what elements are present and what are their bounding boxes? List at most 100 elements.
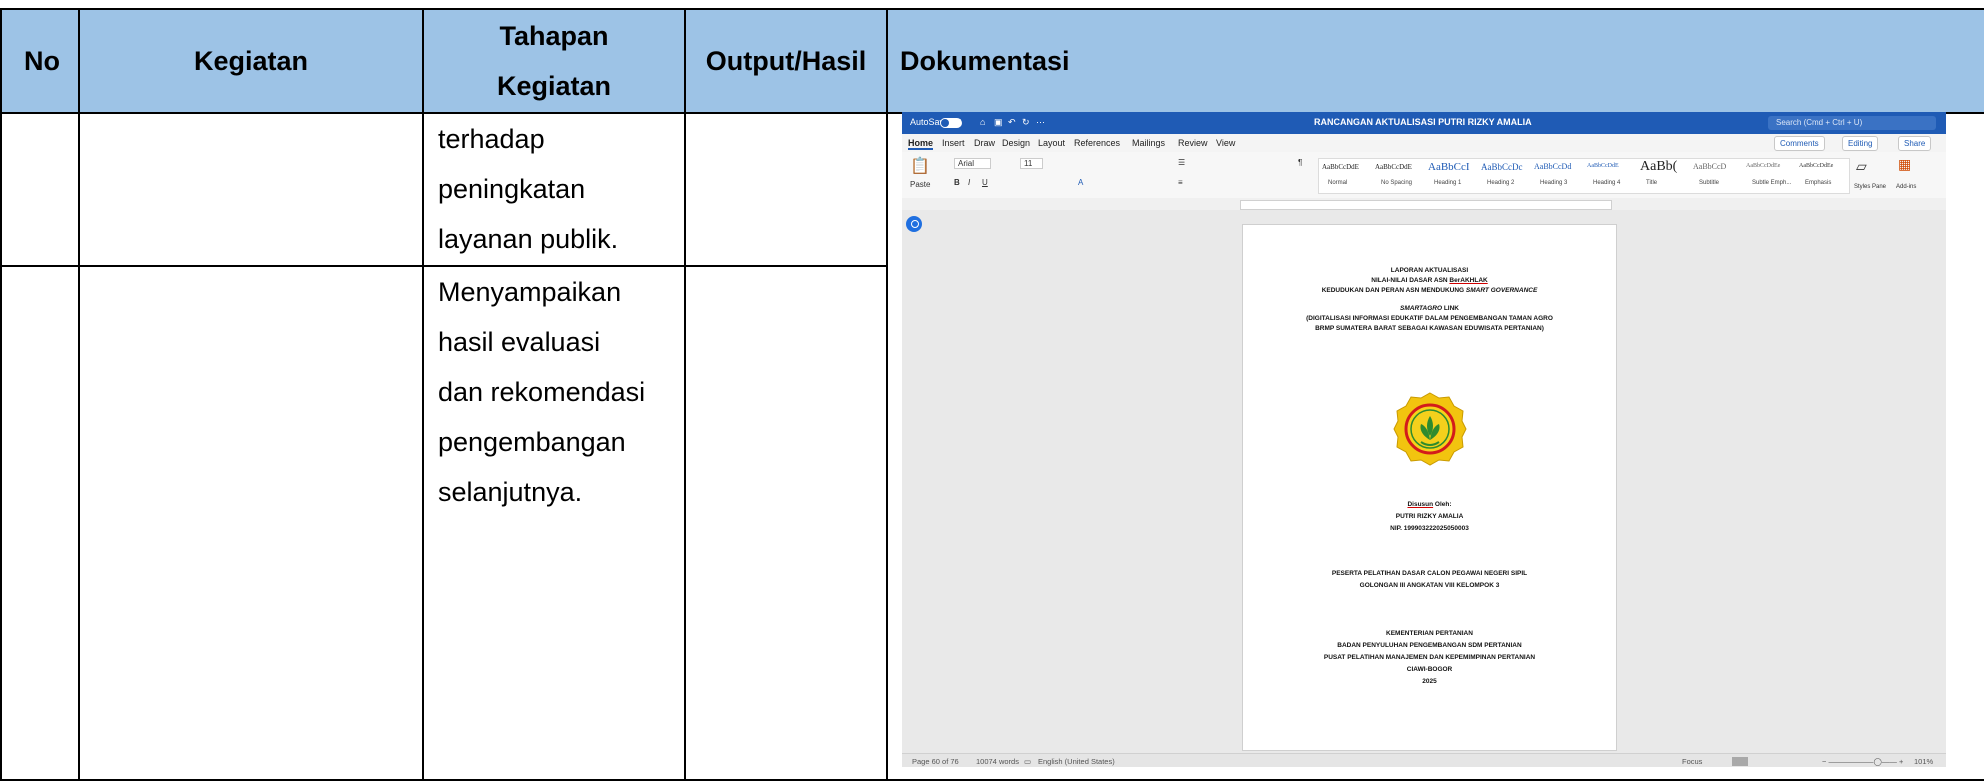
tab-insert[interactable]: Insert [942, 138, 965, 148]
tahapan-line: dan rekomendasi [438, 377, 646, 407]
header-tahapan-kegiatan: Tahapan Kegiatan [422, 8, 686, 114]
style-name[interactable]: Heading 4 [1593, 180, 1620, 186]
tab-layout[interactable]: Layout [1038, 138, 1065, 148]
header-tahapan-line2: Kegiatan [496, 71, 612, 101]
tab-home[interactable]: Home [908, 138, 934, 150]
page-line: (DIGITALISASI INFORMASI EDUKATIF DALAM P… [1306, 315, 1553, 322]
style-preview[interactable]: AaBbCcDdE [1322, 163, 1359, 171]
zoom-level: 101% [1914, 757, 1934, 766]
style-preview[interactable]: AaBbCcDc [1481, 162, 1523, 172]
font-size-select[interactable]: 11 [1020, 158, 1044, 169]
style-preview[interactable]: AaBbCcDdEe [1746, 163, 1780, 169]
style-preview[interactable]: AaBb( [1640, 159, 1677, 175]
tab-view[interactable]: View [1216, 138, 1235, 148]
font-color-icon[interactable]: A [1078, 178, 1083, 187]
page-line: PUTRI RIZKY AMALIA [1395, 513, 1464, 520]
page-line: SMARTAGRO LINK [1243, 305, 1616, 312]
accessibility-icon[interactable] [906, 216, 922, 232]
cell-tahapan: Menyampaikan hasil evaluasi dan rekomend… [422, 265, 686, 781]
tab-mailings[interactable]: Mailings [1132, 138, 1165, 148]
style-preview[interactable]: AaBbCcI [1428, 161, 1470, 173]
tab-references[interactable]: References [1074, 138, 1120, 148]
underline-icon[interactable]: U [982, 178, 988, 187]
page-line: Disusun Oleh: [1243, 501, 1616, 508]
page-line: KEDUDUKAN DAN PERAN ASN MENDUKUNG SMART … [1243, 287, 1616, 294]
tab-draw[interactable]: Draw [974, 138, 995, 148]
italic-icon[interactable]: I [968, 178, 970, 187]
editing-label: Editing [1848, 139, 1873, 148]
style-name[interactable]: Title [1646, 180, 1657, 186]
page-line: BRMP SUMATERA BARAT SEBAGAI KAWASAN EDUW… [1315, 325, 1544, 332]
comments-label: Comments [1780, 139, 1819, 148]
addins-label[interactable]: Add-ins [1896, 184, 1916, 190]
bold-icon[interactable]: B [954, 178, 960, 187]
page-line: 2025 [1422, 678, 1437, 685]
print-layout-icon[interactable]: ■ [1732, 757, 1748, 766]
page-count[interactable]: Page 60 of 76 [912, 757, 959, 766]
style-preview[interactable]: AaBbCcDdE [1587, 163, 1619, 169]
tab-design[interactable]: Design [1002, 138, 1030, 148]
style-preview[interactable]: AaBbCcDdE [1375, 163, 1412, 171]
page-line: GOLONGAN III ANGKATAN VIII KELOMPOK 3 [1359, 582, 1500, 589]
page-line-part: NILAI-NILAI DASAR ASN [1371, 277, 1450, 284]
style-name[interactable]: Heading 2 [1487, 180, 1514, 186]
header-kegiatan: Kegiatan [78, 8, 424, 114]
ruler [902, 198, 1946, 210]
cell-tahapan: terhadap peningkatan layanan publik. [422, 112, 686, 267]
redo-icon[interactable]: ↻ [1022, 117, 1030, 128]
word-menu-bar: Home Insert Draw Design Layout Reference… [902, 134, 1946, 152]
document-title[interactable]: RANCANGAN AKTUALISASI PUTRI RIZKY AMALIA [1314, 117, 1532, 127]
style-preview[interactable]: AaBbCcDdEe [1799, 163, 1833, 169]
document-page-preview: LAPORAN AKTUALISASI NILAI-NILAI DASAR AS… [1242, 224, 1617, 751]
styles-pane-icon[interactable]: ▱ [1856, 158, 1867, 175]
bullets-icon[interactable]: ☰ [1178, 158, 1185, 167]
page-line: KEMENTERIAN PERTANIAN [1386, 630, 1473, 637]
table-header-row: No Kegiatan Tahapan Kegiatan Output/Hasi… [0, 8, 1984, 114]
styles-pane-label[interactable]: Styles Pane [1854, 184, 1886, 190]
page-line: NIP. 199903222025050003 [1390, 525, 1469, 532]
ruler-margin [1240, 200, 1612, 210]
paragraph-mark-icon[interactable]: ¶ [1298, 158, 1302, 167]
comments-button[interactable]: Comments [1774, 136, 1825, 151]
addins-icon[interactable]: ▦ [1898, 156, 1911, 173]
style-preview[interactable]: AaBbCcDd [1534, 162, 1571, 171]
cell-output [684, 112, 888, 267]
proofing-icon[interactable]: ▭ [1024, 757, 1031, 766]
save-icon[interactable]: ▣ [994, 117, 1003, 128]
header-no: No [0, 8, 80, 114]
page-line-part: KEDUDUKAN DAN PERAN ASN MENDUKUNG [1321, 287, 1466, 294]
style-name[interactable]: No Spacing [1381, 180, 1412, 186]
style-name[interactable]: Subtle Emph... [1752, 180, 1791, 186]
cell-output [684, 265, 888, 781]
style-name[interactable]: Normal [1328, 180, 1347, 186]
style-name[interactable]: Subtitle [1699, 180, 1719, 186]
align-left-icon[interactable]: ≡ [1178, 178, 1183, 187]
style-preview[interactable]: AaBbCcD [1693, 162, 1726, 171]
style-name[interactable]: Emphasis [1805, 180, 1831, 186]
tab-review[interactable]: Review [1178, 138, 1208, 148]
page-line: LAPORAN AKTUALISASI [1390, 267, 1469, 274]
home-icon[interactable]: ⌂ [980, 117, 985, 127]
paste-label[interactable]: Paste [910, 180, 930, 189]
undo-icon[interactable]: ↶ [1008, 117, 1016, 128]
search-input[interactable]: Search (Cmd + Ctrl + U) [1768, 116, 1936, 130]
focus-button[interactable]: Focus [1682, 757, 1702, 766]
language-label[interactable]: English (United States) [1038, 757, 1115, 766]
style-name[interactable]: Heading 1 [1434, 180, 1461, 186]
page-line-part: LINK [1442, 305, 1459, 312]
ministry-logo-icon [1393, 392, 1467, 466]
page-line: NILAI-NILAI DASAR ASN BerAKHLAK [1243, 277, 1616, 284]
word-screenshot: AutoSave OFF ⌂ ▣ ↶ ↻ ⋯ RANCANGAN AKTUALI… [902, 112, 1946, 767]
page-line: PUSAT PELATIHAN MANAJEMEN DAN KEPEMIMPIN… [1323, 654, 1536, 661]
zoom-slider[interactable]: − ——————◯—— + [1822, 757, 1903, 766]
header-output-hasil: Output/Hasil [684, 8, 888, 114]
more-icon[interactable]: ⋯ [1036, 117, 1045, 128]
editing-button[interactable]: Editing [1842, 136, 1879, 151]
font-name-select[interactable]: Arial [954, 158, 992, 169]
word-count[interactable]: 10074 words [976, 757, 1019, 766]
share-button[interactable]: Share [1898, 136, 1932, 151]
style-name[interactable]: Heading 3 [1540, 180, 1567, 186]
paste-icon[interactable]: 📋 [910, 156, 930, 176]
header-dokumentasi: Dokumentasi [886, 8, 1984, 114]
tahapan-line: layanan publik. [438, 224, 619, 254]
